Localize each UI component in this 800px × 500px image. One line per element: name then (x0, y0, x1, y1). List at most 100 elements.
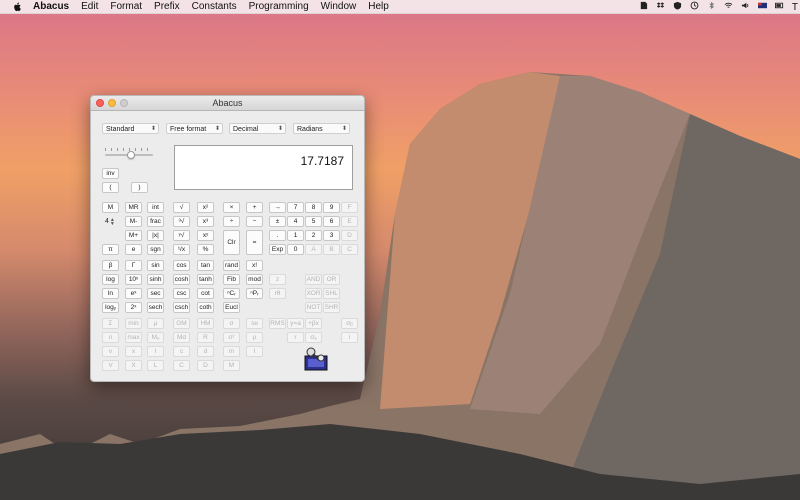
key-12[interactable]: 7 (287, 202, 304, 213)
key-106[interactable]: l (147, 346, 164, 357)
key-84[interactable]: min (125, 318, 142, 329)
key-62[interactable]: z (269, 274, 286, 285)
security-icon[interactable] (673, 1, 682, 13)
key-26[interactable]: E (341, 216, 358, 227)
key-11[interactable]: → (269, 202, 286, 213)
key-19[interactable]: x³ (197, 216, 214, 227)
key-103[interactable]: i (341, 332, 358, 343)
key-108[interactable]: d (197, 346, 214, 357)
key-34[interactable]: 1 (287, 230, 304, 241)
key-75[interactable]: logᵧ (102, 302, 119, 313)
key-105[interactable]: x (125, 346, 142, 357)
memory-stepper[interactable]: 4 ▲ ▼ (105, 217, 115, 226)
slider-thumb[interactable] (127, 151, 135, 159)
key-65[interactable]: ln (102, 288, 119, 299)
menu-constants[interactable]: Constants (192, 1, 237, 12)
key-20[interactable]: ÷ (223, 216, 240, 227)
key-67[interactable]: sec (147, 288, 164, 299)
key-85[interactable]: μ (147, 318, 164, 329)
key-63[interactable]: AND (305, 274, 322, 285)
key-36[interactable]: 3 (323, 230, 340, 241)
key-90[interactable]: RMS (269, 318, 286, 329)
key-17[interactable]: frac (147, 216, 164, 227)
wifi-icon[interactable] (724, 1, 733, 13)
key-35[interactable]: 2 (305, 230, 322, 241)
key-32[interactable]: = (246, 230, 263, 255)
menu-format[interactable]: Format (110, 1, 142, 12)
key-109[interactable]: m (223, 346, 240, 357)
key-3[interactable]: ) (131, 182, 148, 193)
battery-icon[interactable] (774, 1, 784, 13)
key-7[interactable]: √ (173, 202, 190, 213)
flag-icon[interactable] (757, 1, 767, 13)
key-5[interactable]: MR (125, 202, 142, 213)
volume-icon[interactable] (741, 1, 750, 13)
key-70[interactable]: ⁿCᵣ (223, 288, 240, 299)
key-115[interactable]: D (197, 360, 214, 371)
key-86[interactable]: GM (173, 318, 190, 329)
window-titlebar[interactable]: Abacus (91, 96, 364, 111)
key-96[interactable]: Mₒ (147, 332, 164, 343)
key-101[interactable]: r (287, 332, 304, 343)
key-53[interactable]: rand (223, 260, 240, 271)
key-2[interactable]: ( (102, 182, 119, 193)
key-33[interactable]: . (269, 230, 286, 241)
bluetooth-icon[interactable] (707, 1, 716, 13)
key-37[interactable]: D (341, 230, 358, 241)
key-94[interactable]: n (102, 332, 119, 343)
key-113[interactable]: L (147, 360, 164, 371)
key-91[interactable]: y=a (287, 318, 304, 329)
zoom-button[interactable] (120, 99, 128, 107)
key-99[interactable]: σ² (223, 332, 240, 343)
key-51[interactable]: cos (173, 260, 190, 271)
key-64[interactable]: OR (323, 274, 340, 285)
key-77[interactable]: sech (147, 302, 164, 313)
key-15[interactable]: F (341, 202, 358, 213)
key-13[interactable]: 8 (305, 202, 322, 213)
minimize-button[interactable] (108, 99, 116, 107)
time-machine-icon[interactable] (690, 1, 699, 13)
key-50[interactable]: sin (147, 260, 164, 271)
key-42[interactable]: % (197, 244, 214, 255)
key-9[interactable]: × (223, 202, 240, 213)
key-69[interactable]: cot (197, 288, 214, 299)
angle-dropdown[interactable]: Radians ⬍ (293, 123, 350, 134)
key-21[interactable]: − (246, 216, 263, 227)
key-49[interactable]: Γ (125, 260, 142, 271)
key-31[interactable]: Clr (223, 230, 240, 255)
close-button[interactable] (96, 99, 104, 107)
key-68[interactable]: csc (173, 288, 190, 299)
key-23[interactable]: 4 (287, 216, 304, 227)
key-29[interactable]: ʸ√ (173, 230, 190, 241)
format-dropdown[interactable]: Free format ⬍ (166, 123, 223, 134)
key-111[interactable]: V (102, 360, 119, 371)
key-95[interactable]: max (125, 332, 142, 343)
key-44[interactable]: 0 (287, 244, 304, 255)
key-55[interactable]: log (102, 274, 119, 285)
key-38[interactable]: π (102, 244, 119, 255)
key-89[interactable]: se (246, 318, 263, 329)
key-45[interactable]: A (305, 244, 322, 255)
precision-slider[interactable] (105, 148, 153, 160)
key-98[interactable]: R (197, 332, 214, 343)
key-83[interactable]: Σ (102, 318, 119, 329)
key-102[interactable]: σₐ (305, 332, 322, 343)
key-88[interactable]: σ (223, 318, 240, 329)
key-76[interactable]: 2ˣ (125, 302, 142, 313)
key-40[interactable]: sgn (147, 244, 164, 255)
key-1[interactable]: inv (102, 168, 119, 179)
menu-prefix[interactable]: Prefix (154, 1, 180, 12)
user-menu[interactable]: T (792, 2, 798, 13)
key-80[interactable]: Eucl (223, 302, 240, 313)
key-79[interactable]: coth (197, 302, 214, 313)
key-43[interactable]: Exp (269, 244, 286, 255)
mode-dropdown[interactable]: Standard ⬍ (102, 123, 159, 134)
key-104[interactable]: v (102, 346, 119, 357)
key-58[interactable]: cosh (173, 274, 190, 285)
key-110[interactable]: I (246, 346, 263, 357)
key-112[interactable]: X (125, 360, 142, 371)
key-47[interactable]: C (341, 244, 358, 255)
evernote-icon[interactable] (639, 1, 648, 13)
key-59[interactable]: tanh (197, 274, 214, 285)
key-92[interactable]: +βx (305, 318, 322, 329)
